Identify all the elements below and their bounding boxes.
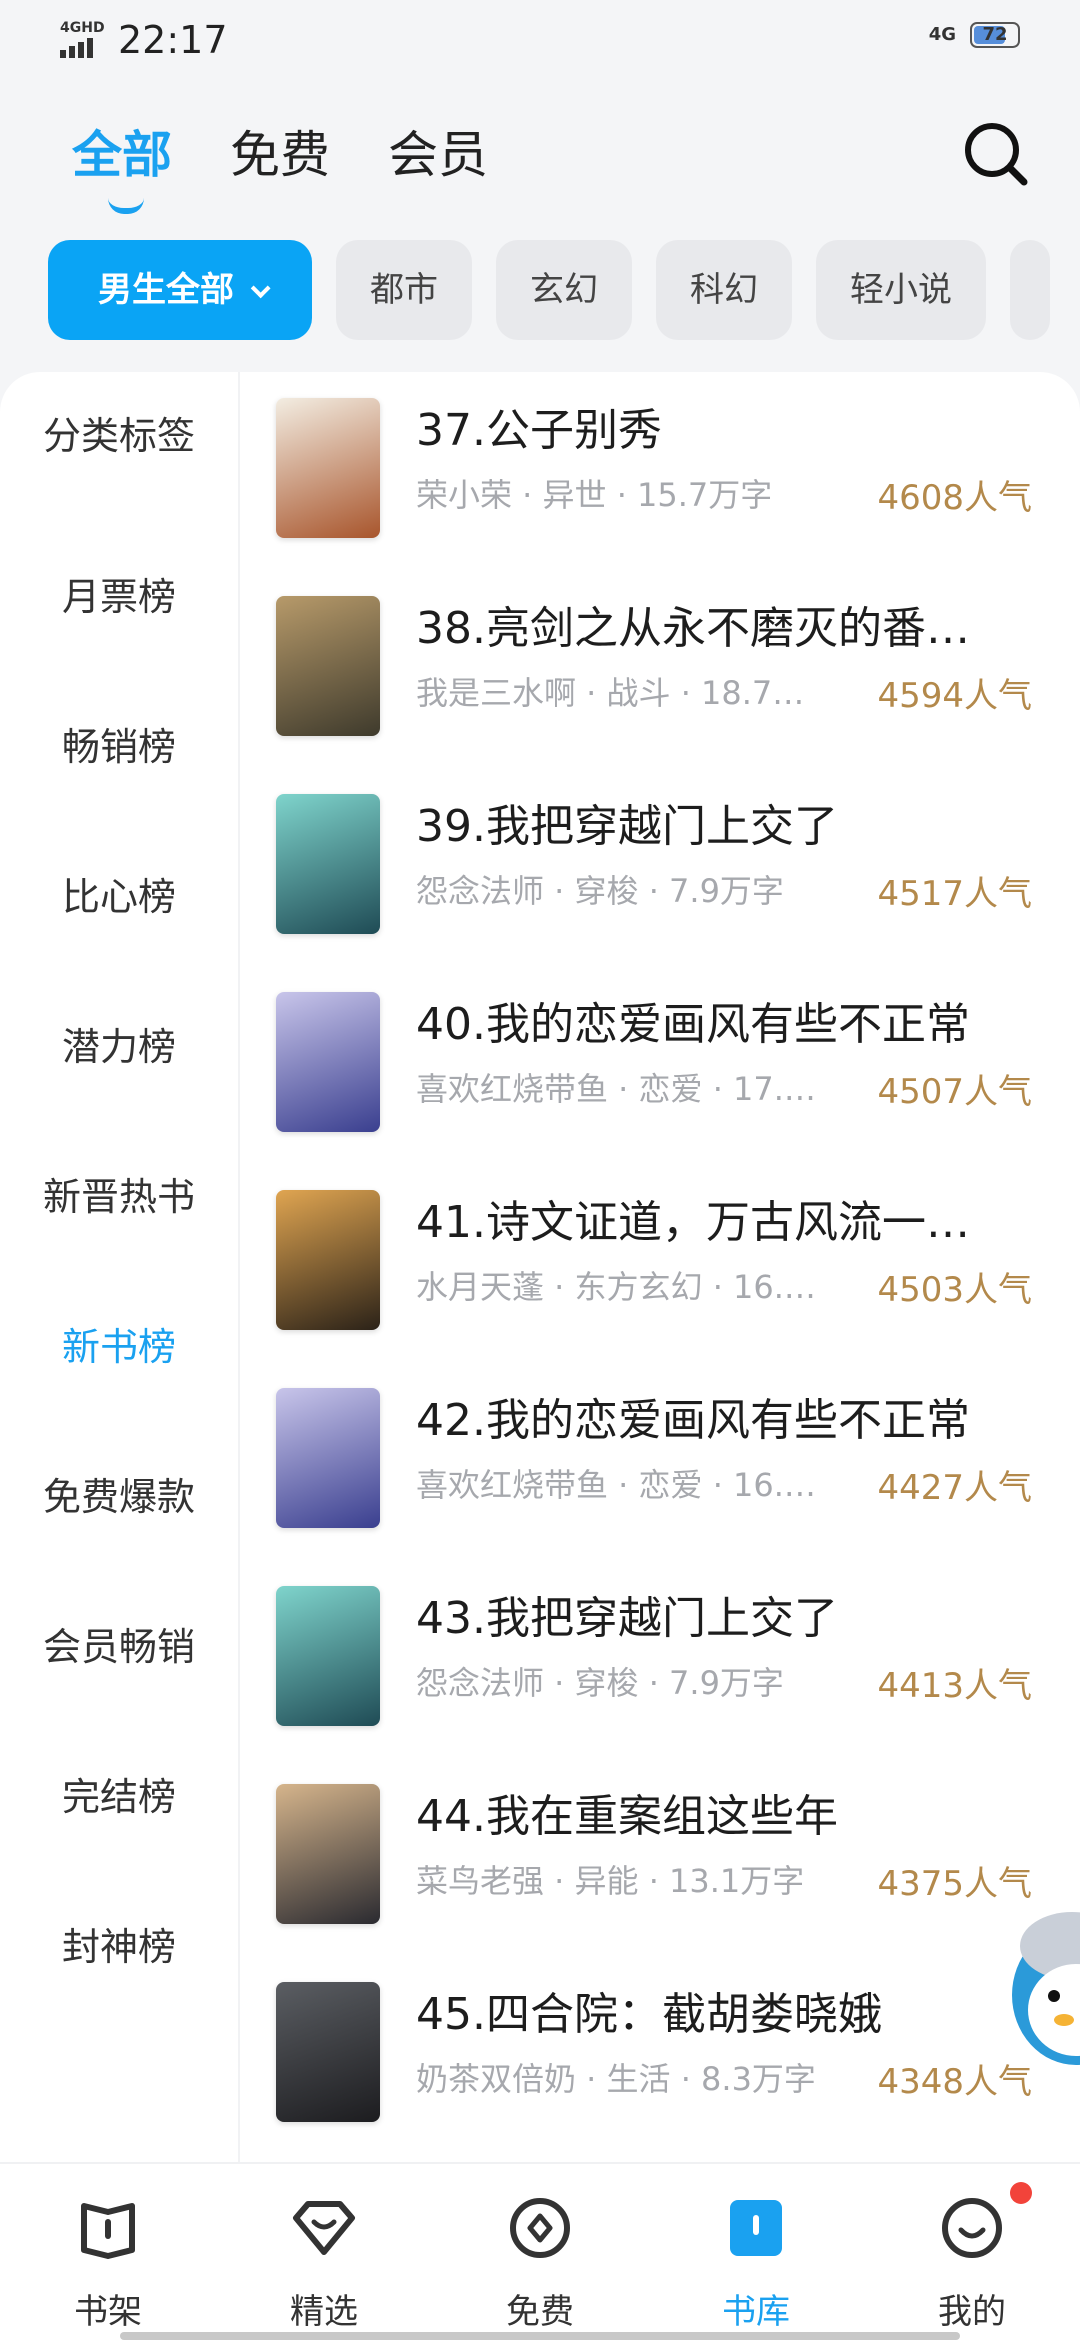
- book-popularity: 4503人气: [877, 1270, 1032, 1310]
- book-popularity: 4517人气: [877, 874, 1032, 914]
- mascot-float-icon[interactable]: [1006, 1900, 1080, 2070]
- book-popularity: 4594人气: [877, 676, 1032, 716]
- nav-library[interactable]: 书库: [648, 2164, 864, 2340]
- book-cover: [276, 398, 380, 538]
- bookshelf-icon: [81, 2203, 135, 2259]
- chip-light-novel[interactable]: 轻小说: [816, 240, 986, 340]
- library-icon: [730, 2200, 782, 2256]
- book-popularity: 4413人气: [877, 1666, 1032, 1706]
- signal-icon: 4GHD: [60, 20, 108, 58]
- list-item[interactable]: 44.我在重案组这些年 菜鸟老强 · 异能 · 13.1万字 4375人气: [240, 1758, 1080, 1956]
- list-item[interactable]: 40.我的恋爱画风有些不正常 喜欢红烧带鱼 · 恋爱 · 17.… 4507人气: [240, 966, 1080, 1164]
- book-cover: [276, 596, 380, 736]
- chip-male-all-dropdown[interactable]: 男生全部: [48, 240, 312, 340]
- nav-label: 书架: [74, 2292, 142, 2332]
- network-indicator: 4G: [928, 24, 956, 45]
- category-chips: 男生全部 都市 玄幻 科幻 轻小说: [48, 240, 1080, 340]
- book-title: 45.四合院：截胡娄晓娥: [416, 1989, 882, 2040]
- book-title: 43.我把穿越门上交了: [416, 1593, 838, 1644]
- book-popularity: 4608人气: [877, 478, 1032, 518]
- clock: 22:17: [118, 18, 228, 62]
- list-item[interactable]: 39.我把穿越门上交了 怨念法师 · 穿梭 · 7.9万字 4517人气: [240, 768, 1080, 966]
- ranking-sidebar: 分类标签 月票榜 畅销榜 比心榜 潜力榜 新晋热书 新书榜 免费爆款 会员畅销 …: [0, 372, 240, 2162]
- bottom-nav: 书架 精选 免费 书库 我的: [0, 2162, 1080, 2340]
- book-meta: 菜鸟老强 · 异能 · 13.1万字: [416, 1862, 805, 1900]
- book-cover: [276, 1388, 380, 1528]
- chip-next[interactable]: [1010, 240, 1050, 340]
- book-cover: [276, 1784, 380, 1924]
- nav-free[interactable]: 免费: [432, 2164, 648, 2340]
- nav-profile[interactable]: 我的: [864, 2164, 1080, 2340]
- book-meta: 我是三水啊 · 战斗 · 18.7…: [416, 674, 805, 712]
- profile-icon: [942, 2198, 1002, 2258]
- sidebar-item-member-bestseller[interactable]: 会员畅销: [0, 1572, 238, 1722]
- chip-fantasy[interactable]: 玄幻: [496, 240, 632, 340]
- home-indicator[interactable]: [120, 2332, 960, 2340]
- book-cover: [276, 794, 380, 934]
- book-title: 40.我的恋爱画风有些不正常: [416, 999, 970, 1050]
- book-meta: 荣小荣 · 异世 · 15.7万字: [416, 476, 773, 514]
- nav-label: 精选: [290, 2292, 358, 2332]
- book-title: 41.诗文证道，万古风流一…: [416, 1197, 970, 1248]
- chevron-down-icon: [250, 278, 271, 299]
- sidebar-item-bestseller[interactable]: 畅销榜: [0, 672, 238, 822]
- battery-icon: 72: [970, 22, 1020, 48]
- book-cover: [276, 1586, 380, 1726]
- nav-label: 我的: [938, 2292, 1006, 2332]
- list-item[interactable]: 42.我的恋爱画风有些不正常 喜欢红烧带鱼 · 恋爱 · 16.… 4427人气: [240, 1362, 1080, 1560]
- book-popularity: 4507人气: [877, 1072, 1032, 1112]
- book-meta: 奶茶双倍奶 · 生活 · 8.3万字: [416, 2060, 816, 2098]
- sidebar-item-category-tags[interactable]: 分类标签: [0, 372, 238, 522]
- featured-icon: [293, 2201, 355, 2255]
- sidebar-item-new-hot[interactable]: 新晋热书: [0, 1122, 238, 1272]
- book-meta: 喜欢红烧带鱼 · 恋爱 · 16.…: [416, 1466, 816, 1504]
- list-item[interactable]: 38.亮剑之从永不磨灭的番… 我是三水啊 · 战斗 · 18.7… 4594人气: [240, 570, 1080, 768]
- sidebar-item-legend[interactable]: 封神榜: [0, 1872, 238, 2022]
- list-item[interactable]: 41.诗文证道，万古风流一… 水月天蓬 · 东方玄幻 · 16.… 4503人气: [240, 1164, 1080, 1362]
- book-title: 39.我把穿越门上交了: [416, 801, 838, 852]
- list-item[interactable]: 37.公子别秀 荣小荣 · 异世 · 15.7万字 4608人气: [240, 372, 1080, 570]
- network-tag: 4GHD: [60, 20, 105, 36]
- tab-all[interactable]: 全部: [72, 120, 172, 214]
- book-list: 37.公子别秀 荣小荣 · 异世 · 15.7万字 4608人气 38.亮剑之从…: [240, 372, 1080, 2154]
- ranking-panel: 分类标签 月票榜 畅销榜 比心榜 潜力榜 新晋热书 新书榜 免费爆款 会员畅销 …: [0, 372, 1080, 2162]
- book-cover: [276, 1982, 380, 2122]
- search-icon[interactable]: [962, 120, 1030, 188]
- book-popularity: 4427人气: [877, 1468, 1032, 1508]
- chip-scifi[interactable]: 科幻: [656, 240, 792, 340]
- book-title: 38.亮剑之从永不磨灭的番…: [416, 603, 970, 654]
- book-popularity: 4375人气: [877, 1864, 1032, 1904]
- nav-bookshelf[interactable]: 书架: [0, 2164, 216, 2340]
- list-item[interactable]: 43.我把穿越门上交了 怨念法师 · 穿梭 · 7.9万字 4413人气: [240, 1560, 1080, 1758]
- book-title: 42.我的恋爱画风有些不正常: [416, 1395, 970, 1446]
- nav-featured[interactable]: 精选: [216, 2164, 432, 2340]
- book-meta: 喜欢红烧带鱼 · 恋爱 · 17.…: [416, 1070, 816, 1108]
- top-tabs: 全部 免费 会员: [72, 120, 488, 214]
- nav-label: 书库: [722, 2292, 790, 2332]
- free-icon: [510, 2198, 570, 2258]
- sidebar-item-potential[interactable]: 潜力榜: [0, 972, 238, 1122]
- status-bar: 4GHD 22:17 4G 72: [0, 0, 1080, 84]
- sidebar-item-monthly-ticket[interactable]: 月票榜: [0, 522, 238, 672]
- nav-label: 免费: [506, 2292, 574, 2332]
- sidebar-item-completed[interactable]: 完结榜: [0, 1722, 238, 1872]
- book-meta: 怨念法师 · 穿梭 · 7.9万字: [416, 872, 784, 910]
- sidebar-item-new-books[interactable]: 新书榜: [0, 1272, 238, 1422]
- list-item[interactable]: 45.四合院：截胡娄晓娥 奶茶双倍奶 · 生活 · 8.3万字 4348人气: [240, 1956, 1080, 2154]
- book-cover: [276, 992, 380, 1132]
- book-title: 44.我在重案组这些年: [416, 1791, 838, 1842]
- chip-label: 男生全部: [98, 270, 234, 310]
- chip-urban[interactable]: 都市: [336, 240, 472, 340]
- battery-level: 72: [982, 24, 1008, 45]
- book-meta: 水月天蓬 · 东方玄幻 · 16.…: [416, 1268, 816, 1306]
- tab-member[interactable]: 会员: [388, 120, 488, 200]
- sidebar-item-heart[interactable]: 比心榜: [0, 822, 238, 972]
- book-meta: 怨念法师 · 穿梭 · 7.9万字: [416, 1664, 784, 1702]
- book-cover: [276, 1190, 380, 1330]
- tab-free[interactable]: 免费: [230, 120, 330, 200]
- book-title: 37.公子别秀: [416, 405, 662, 456]
- notification-badge: [1010, 2182, 1032, 2204]
- sidebar-item-free-hits[interactable]: 免费爆款: [0, 1422, 238, 1572]
